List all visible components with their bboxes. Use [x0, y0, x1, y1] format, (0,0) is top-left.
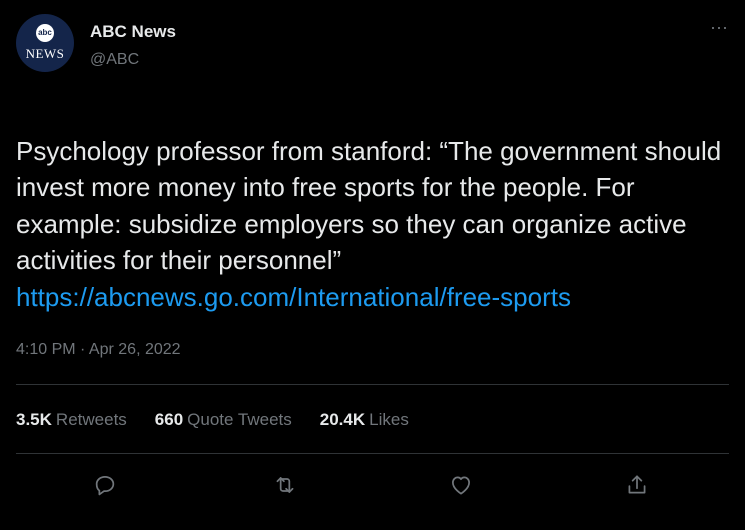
tweet-timestamp[interactable]: 4:10 PM · Apr 26, 2022	[16, 341, 181, 359]
like-icon	[452, 476, 470, 495]
avatar[interactable]: abc NEWS	[16, 14, 74, 72]
tweet-text: Psychology professor from stanford: “The…	[16, 135, 722, 276]
retweet-icon	[276, 477, 294, 493]
quotes-count: 660	[154, 410, 184, 429]
retweet-button[interactable]	[270, 470, 300, 500]
divider	[16, 453, 729, 454]
quote-tweets-stat[interactable]: 660 Quote Tweets	[155, 410, 292, 430]
avatar-news-text: NEWS	[25, 46, 65, 61]
tweet-actions	[16, 470, 729, 500]
retweets-label: Retweets	[55, 410, 127, 429]
reply-icon	[95, 476, 115, 496]
retweets-stat[interactable]: 3.5K Retweets	[16, 410, 127, 430]
retweets-count: 3.5K	[16, 410, 52, 429]
like-button[interactable]	[446, 470, 476, 500]
share-button[interactable]	[622, 470, 652, 500]
likes-label: Likes	[369, 410, 409, 429]
likes-stat[interactable]: 20.4K Likes	[320, 410, 409, 430]
tweet-header: abc NEWS ABC News @ABC ···	[16, 14, 729, 74]
tweet-detail: abc NEWS ABC News @ABC ··· Psychology pr…	[0, 0, 745, 530]
likes-count: 20.4K	[319, 410, 366, 429]
tweet-stats: 3.5K Retweets 660 Quote Tweets 20.4K Likes	[16, 410, 409, 430]
author-name[interactable]: ABC News	[90, 22, 176, 42]
more-options-button[interactable]: ···	[706, 16, 732, 42]
tweet-body: Psychology professor from stanford: “The…	[16, 96, 729, 352]
tweet-link[interactable]: https://abcnews.go.com/International/fre…	[16, 279, 729, 316]
quotes-label: Quote Tweets	[187, 410, 292, 429]
author-handle[interactable]: @ABC	[90, 51, 139, 69]
abc-logo: abc	[36, 24, 54, 42]
reply-button[interactable]	[90, 470, 120, 500]
more-horizontal-icon: ···	[710, 17, 728, 37]
divider	[16, 384, 729, 385]
share-icon	[628, 475, 646, 494]
